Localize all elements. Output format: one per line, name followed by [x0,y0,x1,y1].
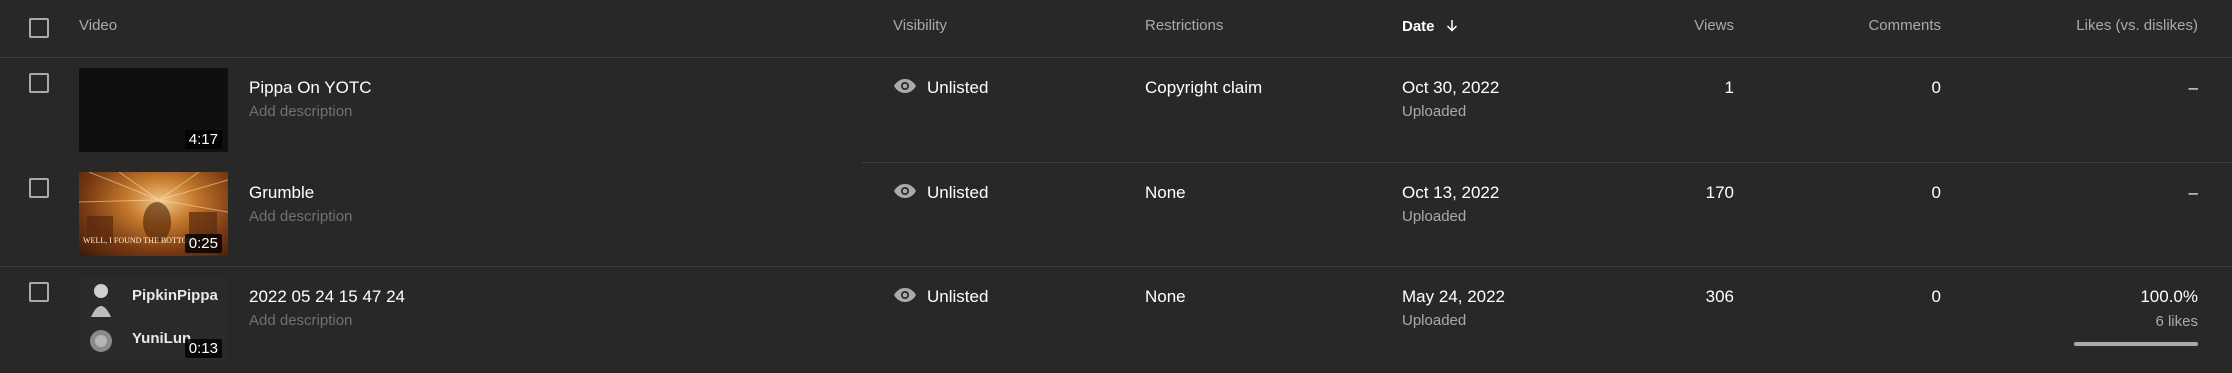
likes-ratio-bar [2074,342,2198,346]
date-status: Uploaded [1402,208,1467,225]
restrictions-value[interactable]: None [1145,183,1186,203]
column-header-date[interactable]: Date [1402,17,1461,35]
duration-badge: 4:17 [184,130,222,149]
likes-value: – [2188,78,2198,97]
duration-badge: 0:13 [184,339,222,358]
date-value: Oct 30, 2022 [1402,78,1500,97]
date-status: Uploaded [1402,103,1467,120]
row-checkbox[interactable] [29,282,49,302]
table-row[interactable]: 4:17 Pippa On YOTC Add description Unlis… [0,58,2232,162]
visibility-status[interactable]: Unlisted [927,287,988,307]
restrictions-value[interactable]: None [1145,287,1186,307]
date-status: Uploaded [1402,312,1467,329]
row-checkbox[interactable] [29,178,49,198]
table-row[interactable]: PipkinPippa YuniLun 0:13 2022 05 24 15 4… [0,267,2232,373]
video-description[interactable]: Add description [249,103,352,120]
visibility-status[interactable]: Unlisted [927,78,988,98]
eye-icon[interactable] [893,77,917,95]
comments-value: 0 [1931,183,1941,202]
date-value: Oct 13, 2022 [1402,183,1500,202]
thumbnail-name-secondary: YuniLun [132,330,192,347]
video-title[interactable]: Grumble [249,183,314,203]
video-thumbnail[interactable]: 4:17 [79,68,228,152]
arrow-down-icon [1446,20,1457,32]
views-value: 1 [1724,78,1734,97]
video-thumbnail[interactable]: PipkinPippa YuniLun 0:13 [79,277,228,361]
table-header: Video Visibility Restrictions Date Views… [0,0,2232,58]
column-header-views[interactable]: Views [1634,17,1734,34]
date-header-label: Date [1402,18,1435,35]
thumbnail-caption: WELL, I FOUND THE BOTTOM [83,236,195,245]
date-value: May 24, 2022 [1402,287,1506,306]
restrictions-value[interactable]: Copyright claim [1145,78,1262,98]
video-thumbnail[interactable]: WELL, I FOUND THE BOTTOM 0:25 [79,172,228,256]
likes-ratio-fill [2074,342,2198,346]
column-header-comments[interactable]: Comments [1800,17,1941,34]
column-header-visibility[interactable]: Visibility [893,17,947,34]
column-header-likes[interactable]: Likes (vs. dislikes) [1960,17,2198,34]
video-description[interactable]: Add description [249,312,352,329]
views-value: 306 [1705,287,1734,306]
video-title[interactable]: 2022 05 24 15 47 24 [249,287,405,307]
thumbnail-name-primary: PipkinPippa [132,287,218,304]
eye-icon[interactable] [893,182,917,200]
comments-value: 0 [1931,287,1941,306]
video-description[interactable]: Add description [249,208,352,225]
likes-value: 100.0% [2140,287,2198,306]
duration-badge: 0:25 [184,234,222,253]
row-checkbox[interactable] [29,73,49,93]
likes-count: 6 likes [2155,313,2198,330]
likes-value: – [2188,183,2198,202]
comments-value: 0 [1931,78,1941,97]
select-all-checkbox[interactable] [29,18,49,38]
table-row[interactable]: WELL, I FOUND THE BOTTOM 0:25 Grumble Ad… [0,163,2232,267]
video-title[interactable]: Pippa On YOTC [249,78,372,98]
views-value: 170 [1705,183,1734,202]
eye-icon[interactable] [893,286,917,304]
column-header-video: Video [79,17,118,34]
column-header-restrictions[interactable]: Restrictions [1145,17,1223,34]
avatar-figures [90,284,112,352]
visibility-status[interactable]: Unlisted [927,183,988,203]
